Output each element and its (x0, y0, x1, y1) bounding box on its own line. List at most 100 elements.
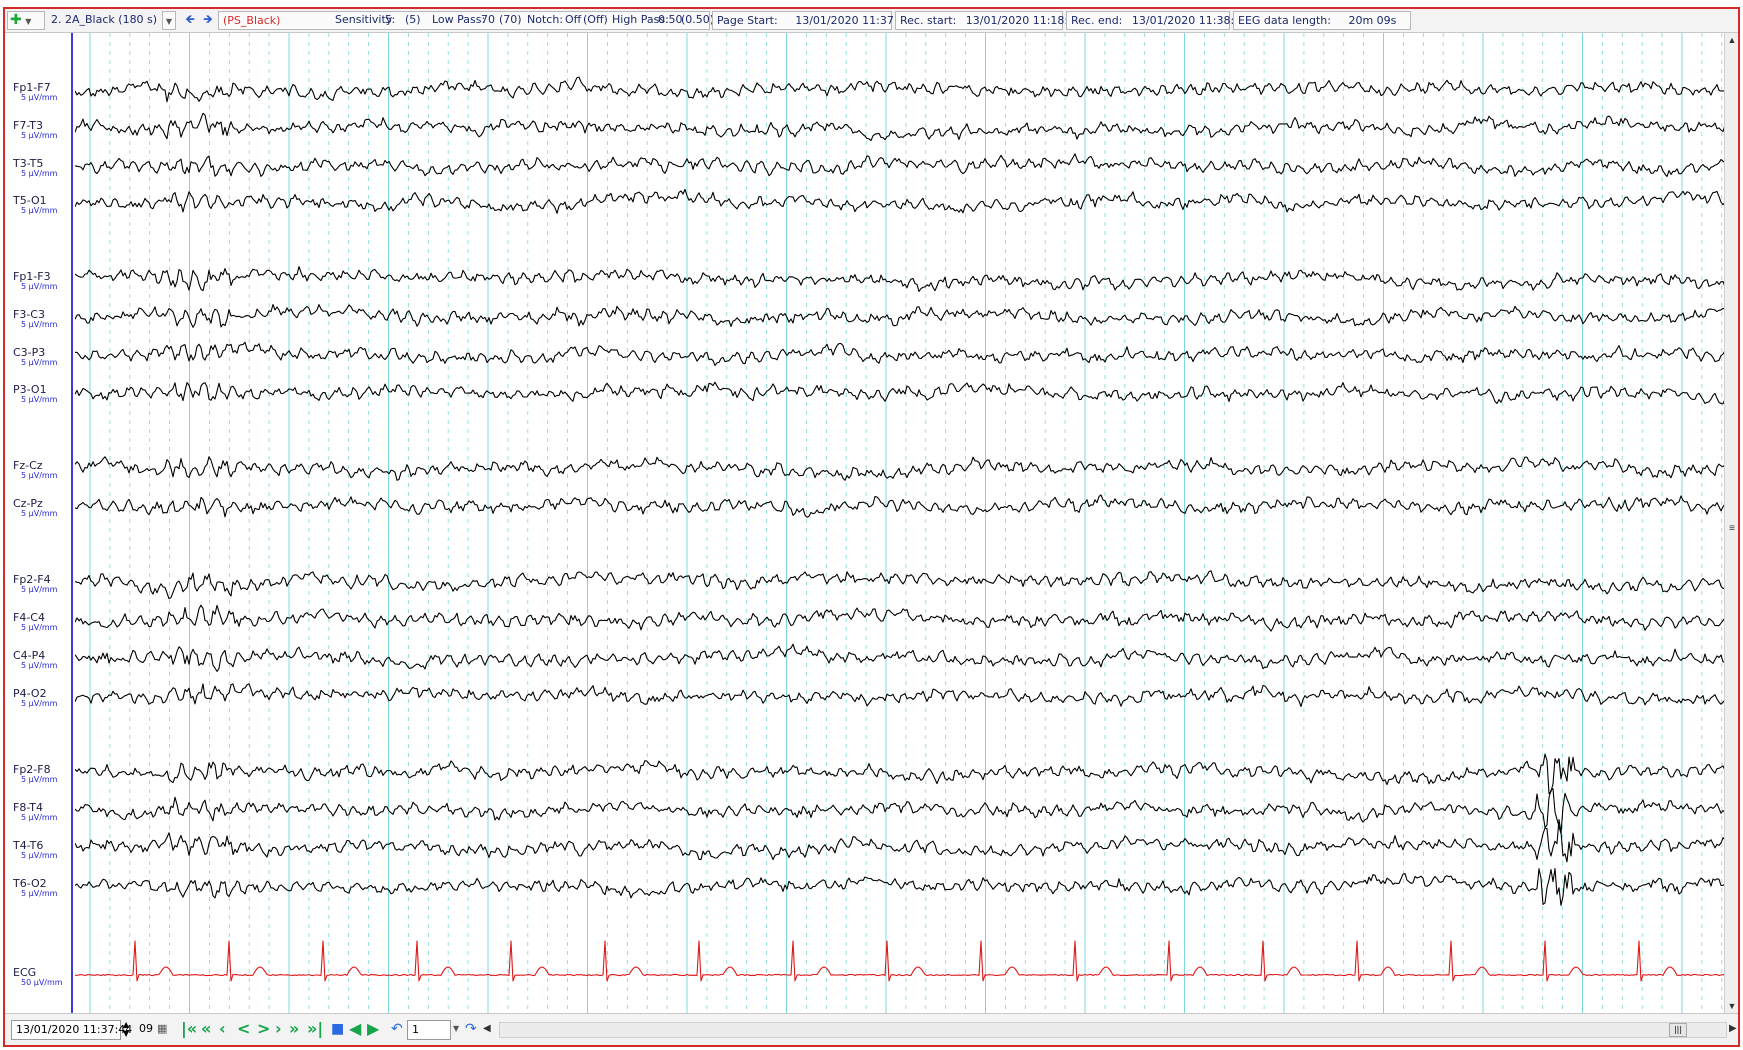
scroll-down-icon[interactable]: ▼ (1727, 1001, 1737, 1011)
channel-label[interactable]: T5-O1 5 µV/mm (13, 194, 57, 215)
channel-label[interactable]: ECG 50 µV/mm (13, 966, 63, 987)
eeg-length-label: EEG data length: (1238, 14, 1331, 27)
seconds-field[interactable]: 09 (139, 1020, 153, 1040)
navigation-bar: 13/01/2020 11:37:44 ▲ ▼ 09 ▦ |« « ‹ < > … (5, 1013, 1738, 1045)
channel-label[interactable]: C4-P4 5 µV/mm (13, 649, 57, 670)
trace-fp2-f4 (75, 570, 1726, 600)
channel-label[interactable]: T3-T5 5 µV/mm (13, 157, 57, 178)
back-step-icon[interactable]: < (237, 1020, 250, 1040)
channel-label[interactable]: Fp2-F8 5 µV/mm (13, 763, 57, 784)
page-dropdown-icon[interactable]: ▼ (453, 1020, 459, 1040)
scroll-up-icon[interactable]: ▲ (1727, 35, 1737, 45)
eeg-traces-area[interactable] (75, 33, 1735, 1013)
montage-dropdown-button[interactable]: ▼ (162, 11, 176, 30)
channel-label[interactable]: P3-O1 5 µV/mm (13, 383, 57, 404)
trace-ecg (75, 940, 1726, 982)
channel-label[interactable]: F8-T4 5 µV/mm (13, 801, 57, 822)
trace-f3-c3 (75, 303, 1726, 328)
back-fast-icon[interactable]: « (201, 1020, 211, 1040)
trace-fp1-f3 (75, 266, 1726, 293)
channel-scale: 5 µV/mm (21, 661, 58, 670)
scroll-right-icon[interactable]: ▶ (1729, 1020, 1737, 1040)
channel-label[interactable]: T4-T6 5 µV/mm (13, 839, 57, 860)
rec-end-label: Rec. end: (1071, 14, 1123, 27)
channel-scale: 5 µV/mm (21, 585, 58, 594)
trace-f4-c4 (75, 604, 1726, 632)
highpass-value[interactable]: 0.50 (658, 11, 683, 30)
dropdown-arrow-icon: ▼ (25, 17, 32, 26)
page-datetime-field[interactable]: 13/01/2020 11:37:44 (11, 1020, 132, 1040)
forward-fast-icon[interactable]: » (289, 1020, 299, 1040)
channel-label[interactable]: Fp1-F3 5 µV/mm (13, 270, 57, 291)
rec-start-value: 13/01/2020 11:18:35 (965, 14, 1083, 27)
datetime-spinner[interactable]: ▲ ▼ (123, 1020, 135, 1040)
notch-default: (Off) (583, 13, 608, 26)
rec-end-value: 13/01/2020 11:38:45 (1131, 14, 1249, 27)
forward-page-icon[interactable]: › (275, 1020, 282, 1040)
channel-label[interactable]: Fp2-F4 5 µV/mm (13, 573, 57, 594)
top-toolbar: ✚ ▼ 2. 2A_Black (180 s) ▼ 🡸 🡺 (PS_Black)… (5, 9, 1738, 33)
channel-scale: 5 µV/mm (21, 131, 58, 140)
chevron-down-icon: ▼ (165, 17, 173, 26)
eeg-length-field: EEG data length: 20m 09s (1233, 11, 1411, 30)
channel-scale: 5 µV/mm (21, 471, 58, 480)
spin-up-icon[interactable]: ▲ (123, 1020, 135, 1029)
channel-label[interactable]: Fz-Cz 5 µV/mm (13, 459, 57, 480)
scroll-left-icon[interactable]: ◀ (483, 1020, 491, 1040)
plus-icon: ✚ (10, 12, 22, 28)
hscroll-thumb[interactable]: ||| (1669, 1023, 1687, 1037)
add-montage-button[interactable]: ✚ ▼ (7, 11, 45, 30)
forward-step-icon[interactable]: > (257, 1020, 270, 1040)
channel-label[interactable]: P4-O2 5 µV/mm (13, 687, 57, 708)
back-arrow-icon[interactable]: 🡸 (181, 11, 199, 30)
scroll-grip-icon[interactable]: ≡ (1727, 523, 1737, 534)
channel-label[interactable]: Fp1-F7 5 µV/mm (13, 81, 57, 102)
sensitivity-default: (5) (405, 13, 421, 26)
undo-icon[interactable]: ↶ (391, 1020, 403, 1040)
redo-icon[interactable]: ↷ (465, 1020, 477, 1040)
play-back-icon[interactable]: ◀ (349, 1020, 361, 1040)
back-page-icon[interactable]: ‹ (219, 1020, 226, 1040)
notch-value[interactable]: Off (565, 11, 581, 30)
channel-scale: 5 µV/mm (21, 282, 58, 291)
rec-end-field: Rec. end: 13/01/2020 11:38:45 (1066, 11, 1248, 30)
channel-label[interactable]: C3-P3 5 µV/mm (13, 346, 57, 367)
trace-p3-o1 (75, 381, 1726, 405)
spin-down-icon[interactable]: ▼ (123, 1029, 135, 1038)
channel-label[interactable]: F4-C4 5 µV/mm (13, 611, 57, 632)
channel-label[interactable]: F7-T3 5 µV/mm (13, 119, 57, 140)
trace-t6-o2 (75, 868, 1726, 906)
last-page-icon[interactable]: »| (307, 1020, 323, 1040)
channel-labels-column: Fp1-F7 5 µV/mm F7-T3 5 µV/mm T3-T5 5 µV/mm T5-… (5, 33, 73, 1013)
channel-scale: 5 µV/mm (21, 358, 58, 367)
page-start-label: Page Start: (717, 14, 778, 27)
lowpass-value[interactable]: 70 (481, 11, 495, 30)
channel-label[interactable]: F3-C3 5 µV/mm (13, 308, 57, 329)
page-number-input[interactable]: 1 (407, 1020, 451, 1040)
trace-f7-t3 (75, 112, 1726, 142)
calendar-icon[interactable]: ▦ (157, 1020, 167, 1040)
montage-name: 2. 2A_Black (180 s) (51, 13, 158, 26)
eeg-length-value: 20m 09s (1348, 14, 1397, 27)
play-forward-icon[interactable]: ▶ (367, 1020, 379, 1040)
horizontal-scrollbar[interactable] (499, 1022, 1727, 1038)
forward-arrow-icon[interactable]: 🡺 (199, 11, 217, 30)
scheme-name: (PS_Black) (223, 14, 281, 27)
channel-label[interactable]: T6-O2 5 µV/mm (13, 877, 57, 898)
stop-icon[interactable]: ■ (331, 1020, 344, 1040)
trace-t3-t5 (75, 153, 1726, 178)
lowpass-default: (70) (499, 13, 522, 26)
channel-scale: 5 µV/mm (21, 320, 58, 329)
trace-f8-t4 (75, 788, 1726, 835)
sensitivity-value[interactable]: 5 (385, 11, 392, 30)
vertical-scrollbar[interactable]: ▲ ≡ ▼ (1724, 33, 1738, 1013)
lowpass-label: Low Pass: (432, 13, 486, 26)
first-page-icon[interactable]: |« (181, 1020, 197, 1040)
trace-c4-p4 (75, 643, 1725, 672)
channel-label[interactable]: Cz-Pz 5 µV/mm (13, 497, 57, 518)
channel-scale: 5 µV/mm (21, 93, 58, 102)
channel-scale: 50 µV/mm (21, 978, 63, 987)
channel-scale: 5 µV/mm (21, 623, 58, 632)
trace-p4-o2 (75, 683, 1726, 708)
trace-cz-pz (75, 494, 1726, 518)
